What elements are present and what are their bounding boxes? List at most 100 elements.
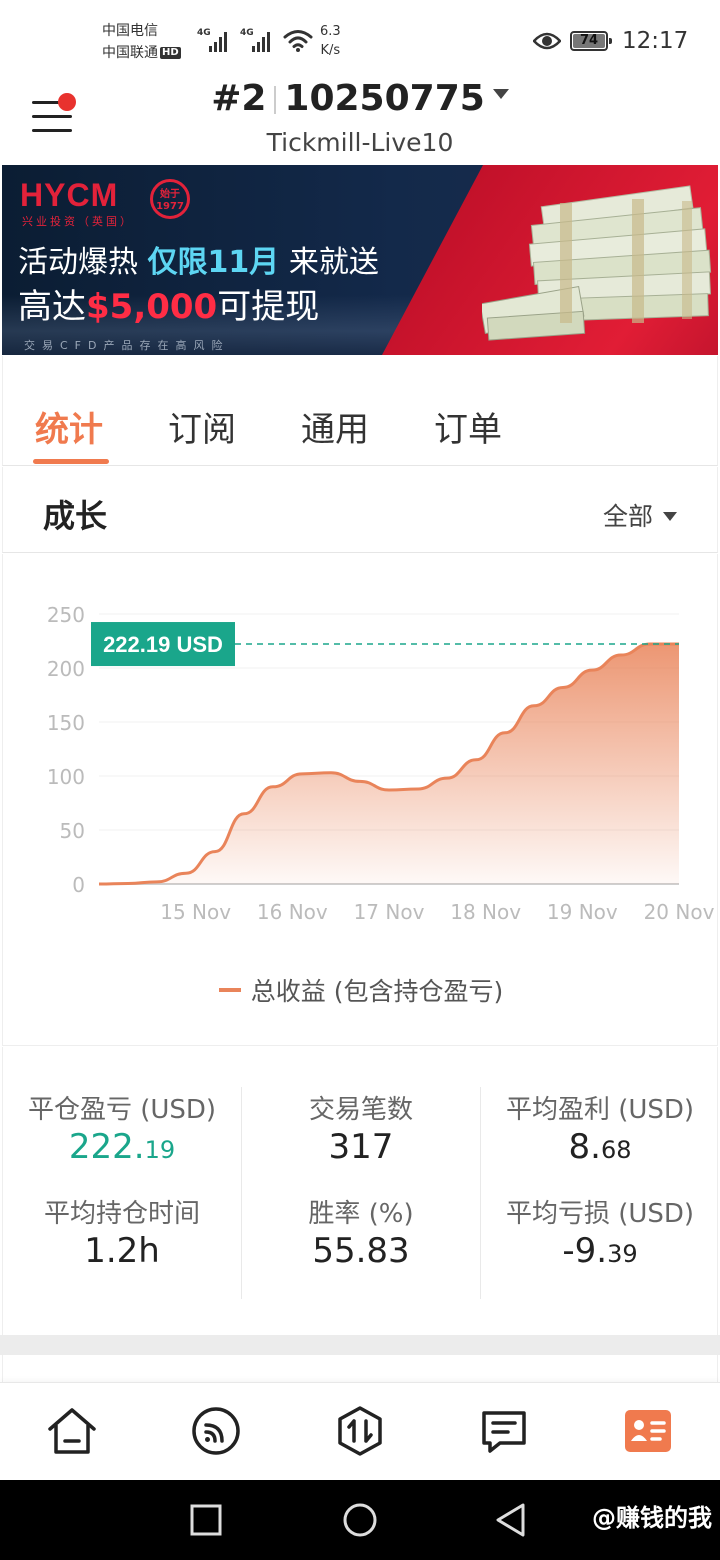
home-icon — [48, 1408, 96, 1454]
banner-seal: 始于 1977 — [150, 179, 190, 219]
stats-grid: 平仓盈亏 (USD) 222.19 交易笔数 317 平均盈利 (USD) 8.… — [2, 1047, 718, 1335]
section-gap — [0, 1335, 720, 1355]
trades-value: 317 — [328, 1127, 394, 1167]
closed-pl-label: 平仓盈亏 (USD) — [27, 1095, 217, 1125]
nav-home[interactable] — [46, 1405, 98, 1457]
net-speed-value: 6.3 — [320, 24, 341, 39]
promo-line-1-highlight: 仅限11月 — [147, 245, 280, 280]
wifi-icon — [283, 30, 313, 52]
tab-statistics[interactable]: 统计 — [35, 402, 103, 451]
server-name: Tickmill-Live10 — [266, 128, 454, 157]
closed-pl-int: 222. — [68, 1127, 145, 1167]
closed-pl-dec: 19 — [144, 1136, 176, 1164]
avg-profit-dec: 68 — [600, 1136, 632, 1164]
win-rate-value: 55.83 — [312, 1231, 410, 1271]
avg-profit-label: 平均盈利 (USD) — [505, 1095, 695, 1125]
promo-line-2-suffix: 可提现 — [217, 287, 320, 327]
legend-label: 总收益 (包含持仓盈亏) — [250, 977, 504, 1006]
x-tick-label: 16 Nov — [257, 900, 328, 924]
title-separator — [274, 86, 277, 114]
promo-line-2: 高达$5,000可提现 — [18, 279, 319, 328]
x-tick-label: 17 Nov — [354, 900, 425, 924]
back-icon[interactable] — [494, 1502, 528, 1538]
dropdown-caret-icon — [492, 89, 509, 99]
promo-banner[interactable]: HYCM 兴业投资（英国） 始于 1977 活动爆热 仅限11月 来就送 高达$… — [2, 165, 718, 355]
x-tick-label: 18 Nov — [450, 900, 521, 924]
avg-loss-dec: 39 — [607, 1240, 638, 1268]
battery-icon: 74 — [570, 31, 612, 51]
signal-1-icon: 4G — [197, 28, 237, 52]
avg-loss-int: -9. — [562, 1231, 608, 1271]
promo-line-1-prefix: 活动爆热 — [18, 245, 148, 280]
nav-signals[interactable] — [190, 1405, 242, 1457]
tab-general[interactable]: 通用 — [301, 402, 369, 451]
tab-orders[interactable]: 订单 — [434, 402, 502, 451]
y-tick-label: 50 — [60, 819, 85, 843]
watermark: @赚钱的我 — [592, 1504, 712, 1532]
carrier-1: 中国电信 — [102, 23, 158, 39]
x-tick-label: 15 Nov — [160, 900, 231, 924]
hd-badge: HD — [160, 47, 181, 59]
banner-seal-line2: 1977 — [156, 201, 184, 212]
account-icon — [625, 1410, 671, 1452]
y-tick-label: 150 — [47, 711, 85, 735]
trade-icon — [338, 1406, 382, 1456]
avg-profit-value: 8.68 — [481, 1127, 719, 1167]
last-value-label: 222.19 USD — [103, 632, 223, 657]
money-stack-image — [482, 185, 712, 341]
legend-swatch — [218, 988, 241, 992]
bottom-nav — [0, 1382, 720, 1480]
y-tick-label: 100 — [47, 765, 85, 789]
series-area — [99, 644, 679, 884]
tab-subscribe[interactable]: 订阅 — [168, 402, 236, 451]
growth-chart-svg: 0 50 100 150 200 250 15 Nov 16 Nov 17 Nov 18 Nov 1… — [47, 603, 715, 924]
trades-label: 交易笔数 — [308, 1095, 413, 1125]
account-number: 10250775 — [284, 78, 485, 119]
nav-trade[interactable] — [334, 1405, 386, 1457]
carrier-2: 中国联通 — [102, 45, 158, 61]
growth-section-header: 成长 全部 — [2, 467, 718, 553]
account-index: #2 — [211, 78, 267, 119]
tab-bar: 统计 订阅 通用 订单 — [2, 356, 718, 466]
x-tick-label: 20 Nov — [644, 900, 715, 924]
nav-news[interactable] — [478, 1405, 530, 1457]
account-selector[interactable]: #2 10250775 — [0, 78, 720, 119]
y-tick-label: 0 — [72, 873, 85, 897]
banner-logo: HYCM — [20, 177, 119, 213]
promo-line-1: 活动爆热 仅限11月 来就送 — [18, 237, 379, 281]
risk-warning: 交易CFD产品存在高风险 — [24, 339, 230, 352]
active-tab-indicator — [33, 459, 109, 464]
win-rate-label: 胜率 (%) — [308, 1199, 414, 1229]
net-speed: 6.3 K/s — [320, 22, 341, 60]
signals-icon — [192, 1407, 240, 1455]
promo-line-2-prefix: 高达 — [18, 287, 86, 327]
promo-amount: $5,000 — [86, 287, 218, 327]
banner-logo-sub: 兴业投资（英国） — [22, 215, 134, 228]
net-speed-unit: K/s — [320, 43, 341, 58]
avg-profit-int: 8. — [568, 1127, 601, 1167]
avg-hold-label: 平均持仓时间 — [43, 1199, 200, 1229]
recents-icon[interactable] — [190, 1504, 222, 1536]
period-filter[interactable]: 全部 — [603, 497, 677, 533]
battery-level: 74 — [579, 33, 599, 48]
clock: 12:17 — [622, 28, 689, 54]
nav-account[interactable] — [622, 1405, 674, 1457]
chart-legend: 总收益 (包含持仓盈亏) — [3, 972, 719, 1008]
avg-loss-label: 平均亏损 (USD) — [505, 1199, 695, 1229]
section-title: 成长 — [43, 497, 108, 535]
growth-chart: 0 50 100 150 200 250 15 Nov 16 Nov 17 Nov 18 Nov 1… — [2, 554, 718, 1046]
banner-seal-line1: 始于 — [160, 189, 180, 200]
status-bar: 中国电信 中国联通 HD 4G 4G 6.3 K/s 74 12:17 — [0, 0, 720, 72]
period-filter-label: 全部 — [602, 502, 653, 531]
x-tick-label: 19 Nov — [547, 900, 618, 924]
y-tick-label: 200 — [47, 657, 85, 681]
carrier-info: 中国电信 中国联通 HD — [102, 20, 181, 64]
closed-pl-value: 222.19 — [3, 1127, 241, 1167]
signal-2-icon: 4G — [240, 28, 280, 52]
home-system-icon[interactable] — [342, 1502, 378, 1538]
eye-comfort-icon — [533, 32, 561, 50]
system-nav-bar: @赚钱的我 — [0, 1480, 720, 1560]
filter-caret-icon — [663, 512, 677, 521]
avg-hold-value: 1.2h — [84, 1231, 160, 1271]
avg-loss-value: -9.39 — [481, 1231, 719, 1271]
